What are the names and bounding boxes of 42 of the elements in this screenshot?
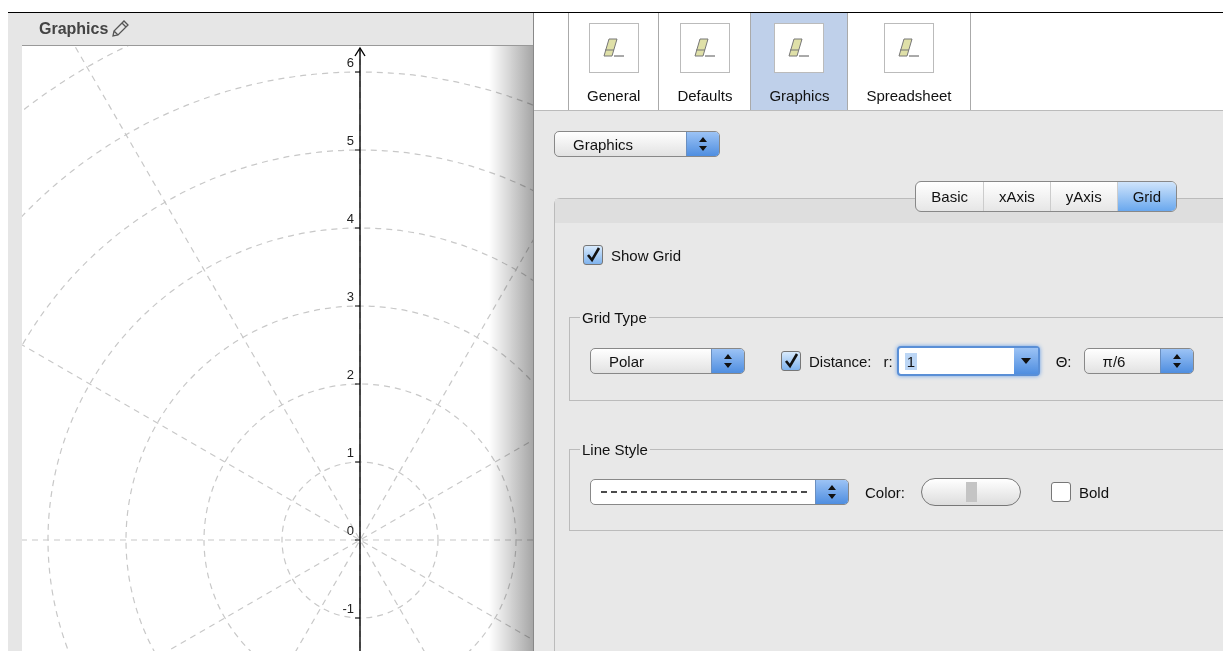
settings-tab[interactable]: Grid <box>1116 182 1176 211</box>
angle-select[interactable]: π/6 <box>1083 348 1194 374</box>
checkbox-label: Bold <box>1079 483 1110 501</box>
field-label: Color: <box>865 483 905 501</box>
field-label: Θ: <box>1055 352 1072 370</box>
axis-tick-label: 3 <box>346 289 354 304</box>
category-tab[interactable]: Spreadsheet <box>847 13 971 110</box>
view-title: Graphics <box>39 20 109 38</box>
eraser-icon <box>895 37 922 59</box>
axis-tick-label: -1 <box>342 601 354 616</box>
group-title: Line Style <box>581 441 649 458</box>
stepper-icon <box>698 136 708 152</box>
stepper-icon <box>723 353 733 369</box>
pencil-icon <box>110 19 131 39</box>
settings-tab[interactable]: Basic <box>916 182 983 211</box>
line-style-select[interactable] <box>590 479 849 505</box>
view-select[interactable]: Graphics <box>554 131 720 157</box>
checkbox-label: Distance: <box>809 352 872 370</box>
axis-tick-label: 4 <box>346 211 354 226</box>
distance-input-field[interactable]: 1 <box>896 346 1040 376</box>
color-button[interactable] <box>921 478 1021 506</box>
show-grid-checkbox[interactable] <box>583 245 603 265</box>
settings-tab[interactable]: xAxis <box>982 182 1050 211</box>
caret-icon <box>1020 357 1031 365</box>
stepper-icon <box>1171 353 1182 369</box>
axis-tick-label: 1 <box>346 445 354 460</box>
field-label: r: <box>883 352 893 370</box>
axis-tick-label: 5 <box>346 133 354 148</box>
group-title: Grid Type <box>581 309 648 326</box>
bold-checkbox[interactable] <box>1051 482 1071 502</box>
distance-checkbox[interactable] <box>781 351 801 371</box>
stepper-icon <box>827 484 837 500</box>
grid-type-select[interactable]: Polar <box>590 348 745 374</box>
eraser-icon <box>600 37 627 59</box>
axis-tick-label: 0 <box>346 523 354 538</box>
settings-tab[interactable]: yAxis <box>1049 182 1117 211</box>
axis-tick-label: 2 <box>346 367 354 382</box>
eraser-icon <box>691 37 718 59</box>
axis-tick-label: 6 <box>346 55 354 70</box>
graphics-canvas[interactable]: 6 5 4 3 2 1 0 -1 <box>22 46 533 651</box>
category-tab[interactable]: Graphics <box>750 13 848 110</box>
checkbox-label: Show Grid <box>611 246 682 264</box>
